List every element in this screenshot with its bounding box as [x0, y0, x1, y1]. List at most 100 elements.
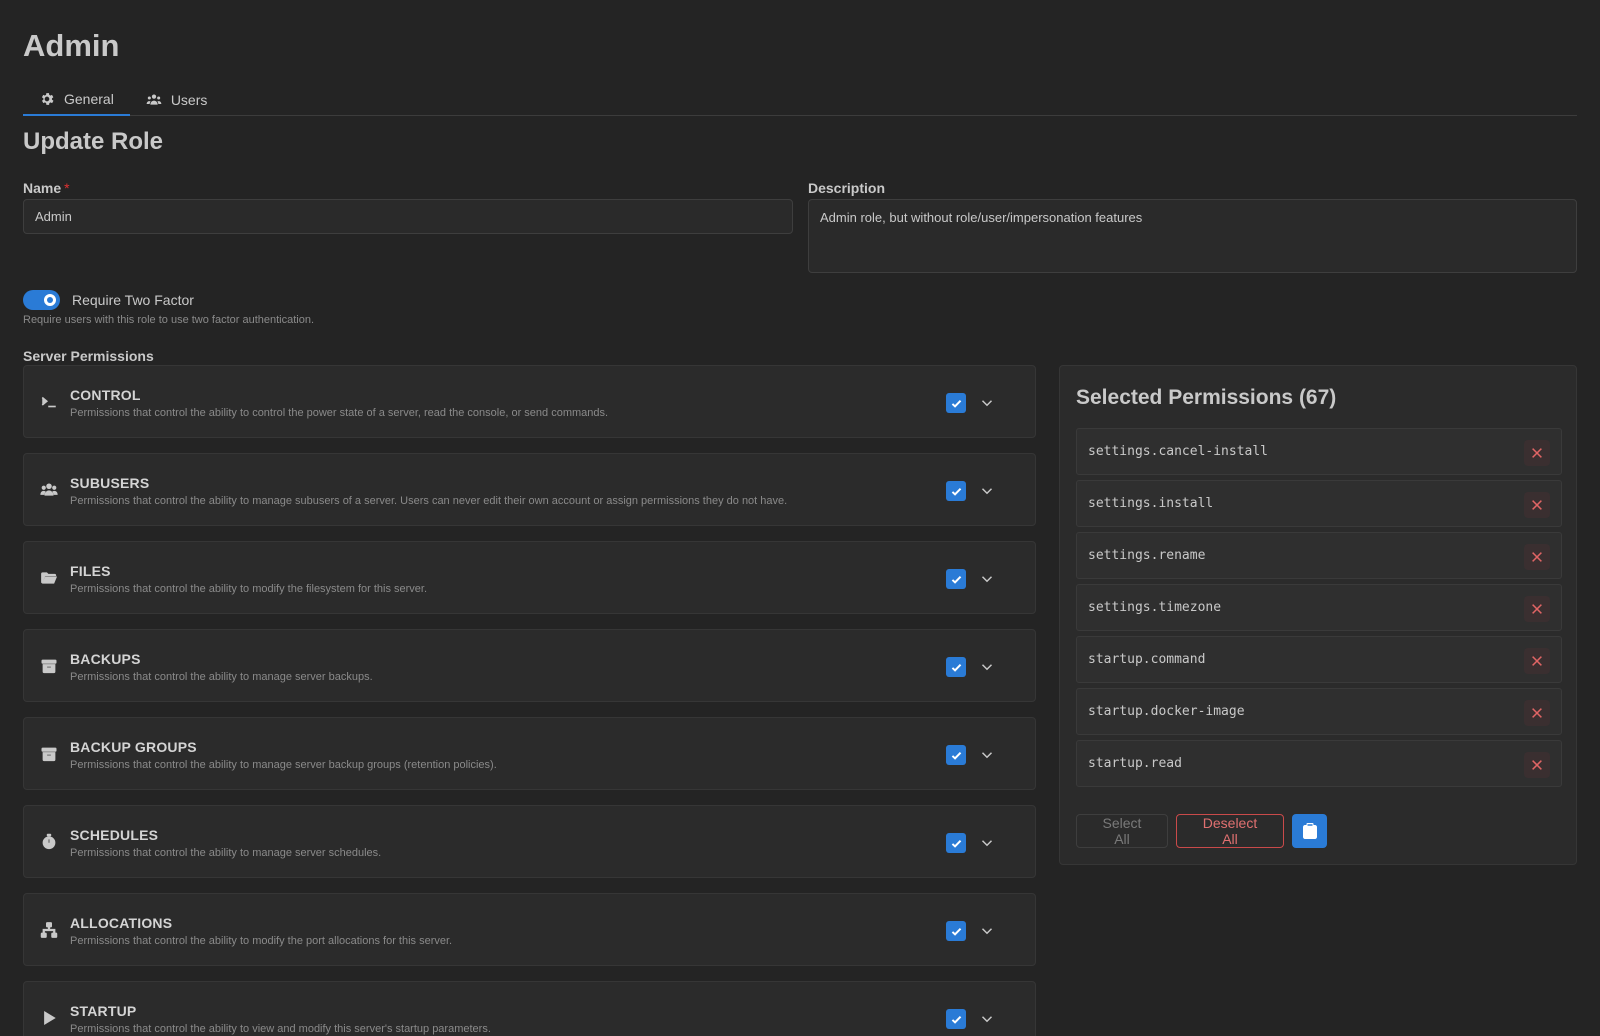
remove-permission-button[interactable] [1524, 440, 1550, 466]
remove-permission-button[interactable] [1524, 700, 1550, 726]
two-factor-toggle[interactable] [23, 290, 60, 310]
chevron-down-icon[interactable] [978, 658, 996, 676]
two-factor-label: Require Two Factor [72, 292, 194, 308]
section-title: Update Role [23, 128, 164, 155]
name-input[interactable] [23, 199, 793, 234]
chevron-down-icon[interactable] [978, 922, 996, 940]
selected-permissions-title: Selected Permissions (67) [1076, 386, 1337, 409]
two-factor-row: Require Two Factor [23, 290, 194, 310]
chevron-down-icon[interactable] [978, 1010, 996, 1028]
close-icon [1532, 604, 1542, 614]
selected-permission-item: settings.rename [1076, 532, 1562, 579]
permission-group-title: BACKUP GROUPS [70, 739, 197, 755]
permission-group-checkbox[interactable] [946, 569, 966, 589]
close-icon [1532, 656, 1542, 666]
permission-group-description: Permissions that control the ability to … [70, 583, 428, 595]
play-icon [44, 1010, 56, 1026]
archive-icon [41, 747, 57, 762]
permission-group-title: CONTROL [70, 387, 141, 403]
tab-users-label: Users [170, 92, 208, 108]
tab-users[interactable]: Users [130, 84, 224, 116]
permission-code: startup.read [1088, 756, 1182, 771]
chevron-down-icon[interactable] [978, 746, 996, 764]
close-icon [1532, 760, 1542, 770]
tab-general[interactable]: General [23, 84, 130, 116]
permission-group-checkbox[interactable] [946, 833, 966, 853]
permission-group-allocations[interactable]: ALLOCATIONS Permissions that control the… [23, 893, 1036, 966]
permission-group-backup-groups[interactable]: BACKUP GROUPS Permissions that control t… [23, 717, 1036, 790]
tab-general-label: General [64, 91, 114, 107]
checkmark-icon [951, 399, 961, 408]
selected-permission-item: startup.command [1076, 636, 1562, 683]
permission-group-description: Permissions that control the ability to … [70, 847, 382, 859]
permission-group-subusers[interactable]: SUBUSERS Permissions that control the ab… [23, 453, 1036, 526]
permission-group-schedules[interactable]: SCHEDULES Permissions that control the a… [23, 805, 1036, 878]
chevron-down-icon[interactable] [978, 570, 996, 588]
terminal-icon [41, 396, 56, 408]
permission-group-checkbox[interactable] [946, 745, 966, 765]
permission-group-control[interactable]: CONTROL Permissions that control the abi… [23, 365, 1036, 438]
permission-group-checkbox[interactable] [946, 393, 966, 413]
checkmark-icon [951, 487, 961, 496]
permission-group-checkbox[interactable] [946, 481, 966, 501]
remove-permission-button[interactable] [1524, 544, 1550, 570]
permission-group-startup[interactable]: STARTUP Permissions that control the abi… [23, 981, 1036, 1036]
permission-code: settings.cancel-install [1088, 444, 1269, 459]
remove-permission-button[interactable] [1524, 492, 1550, 518]
description-label: Description [808, 180, 886, 196]
stopwatch-icon [42, 833, 56, 850]
permission-code: settings.rename [1088, 548, 1206, 563]
network-icon [40, 922, 58, 938]
selected-permission-item: startup.read [1076, 740, 1562, 787]
permission-group-checkbox[interactable] [946, 657, 966, 677]
chevron-down-icon[interactable] [978, 394, 996, 412]
page-title: Admin [23, 28, 120, 63]
checkmark-icon [951, 751, 961, 760]
checkmark-icon [951, 1015, 961, 1024]
copy-button[interactable] [1292, 814, 1327, 848]
remove-permission-button[interactable] [1524, 752, 1550, 778]
clipboard-icon [1302, 823, 1317, 839]
description-input[interactable]: Admin role, but without role/user/impers… [808, 199, 1577, 273]
two-factor-description: Require users with this role to use two … [23, 314, 315, 326]
panel-actions: Select All Deselect All [1076, 814, 1327, 848]
permission-code: settings.timezone [1088, 600, 1222, 615]
close-icon [1532, 708, 1542, 718]
deselect-all-button[interactable]: Deselect All [1176, 814, 1284, 848]
remove-permission-button[interactable] [1524, 648, 1550, 674]
permission-code: startup.docker-image [1088, 704, 1245, 719]
remove-permission-button[interactable] [1524, 596, 1550, 622]
tab-bar: General Users [23, 84, 1577, 116]
gear-icon [41, 93, 54, 105]
permission-group-files[interactable]: FILES Permissions that control the abili… [23, 541, 1036, 614]
selected-permission-item: startup.docker-image [1076, 688, 1562, 735]
permission-code: startup.command [1088, 652, 1206, 667]
selected-permission-item: settings.install [1076, 480, 1562, 527]
permission-group-backups[interactable]: BACKUPS Permissions that control the abi… [23, 629, 1036, 702]
permission-group-title: FILES [70, 563, 111, 579]
permission-code: settings.install [1088, 496, 1214, 511]
permission-group-description: Permissions that control the ability to … [70, 1023, 491, 1035]
close-icon [1532, 448, 1542, 458]
checkmark-icon [951, 575, 961, 584]
selected-permission-item: settings.cancel-install [1076, 428, 1562, 475]
permission-group-title: STARTUP [70, 1003, 137, 1019]
close-icon [1532, 552, 1542, 562]
admin-page: Admin General Users Update Role Name* De… [23, 0, 1577, 1036]
permission-group-checkbox[interactable] [946, 1009, 966, 1029]
permission-group-description: Permissions that control the ability to … [70, 407, 609, 419]
chevron-down-icon[interactable] [978, 482, 996, 500]
name-label-text: Name [23, 180, 62, 196]
checkmark-icon [951, 927, 961, 936]
selected-permissions-panel: Selected Permissions (67) settings.cance… [1059, 365, 1577, 865]
archive-icon [41, 659, 57, 674]
permission-group-description: Permissions that control the ability to … [70, 759, 497, 771]
close-icon [1532, 500, 1542, 510]
checkmark-icon [951, 839, 961, 848]
users-icon [146, 94, 162, 105]
permission-group-checkbox[interactable] [946, 921, 966, 941]
chevron-down-icon[interactable] [978, 834, 996, 852]
folder-icon [41, 572, 58, 584]
select-all-button[interactable]: Select All [1076, 814, 1168, 848]
users-icon [40, 483, 58, 496]
